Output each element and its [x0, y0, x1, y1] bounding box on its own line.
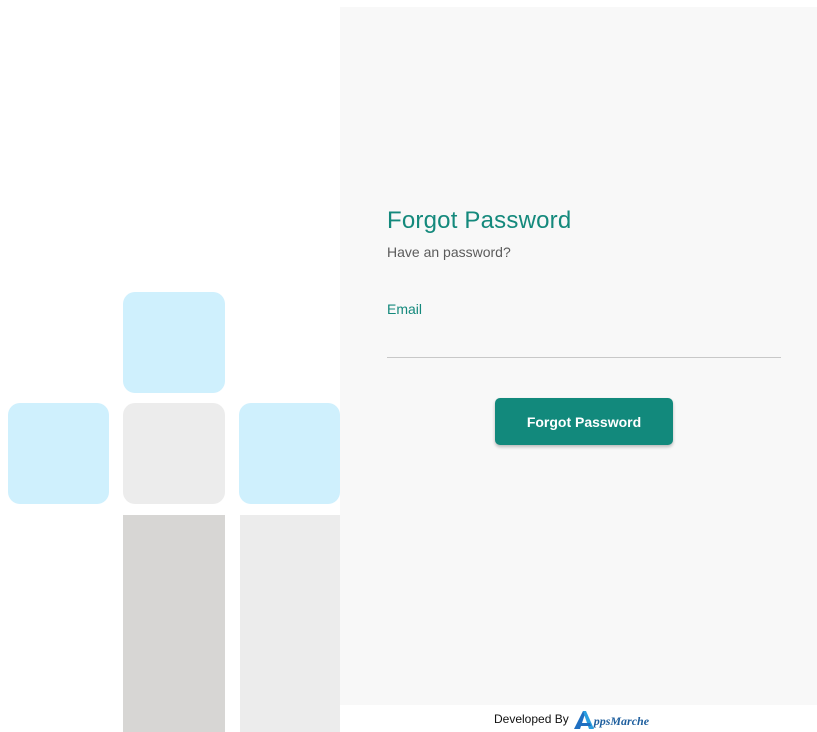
page-title: Forgot Password — [387, 207, 572, 234]
decorative-column-right — [240, 505, 340, 732]
decorative-tile-center — [123, 403, 225, 504]
developer-credit: Developed By ppsMarche — [494, 707, 649, 731]
forgot-password-button[interactable]: Forgot Password — [495, 398, 673, 445]
email-field[interactable] — [387, 325, 781, 358]
email-label: Email — [387, 301, 423, 317]
decorative-column-left — [123, 505, 225, 732]
footer: Developed By ppsMarche — [340, 705, 817, 732]
page: Forgot Password Have an password? Email … — [0, 0, 817, 732]
logo-wordmark: ppsMarche — [593, 714, 650, 728]
appsmarche-logo[interactable]: ppsMarche — [572, 707, 649, 731]
appsmarche-logo-icon — [573, 711, 594, 729]
page-subtitle: Have an password? — [387, 244, 511, 260]
developed-by-text: Developed By — [494, 712, 569, 726]
decorative-tile-right — [239, 403, 340, 504]
decorative-tile-top — [123, 292, 225, 393]
decorative-tile-left — [8, 403, 109, 504]
forgot-password-panel: Forgot Password Have an password? Email … — [340, 7, 817, 705]
